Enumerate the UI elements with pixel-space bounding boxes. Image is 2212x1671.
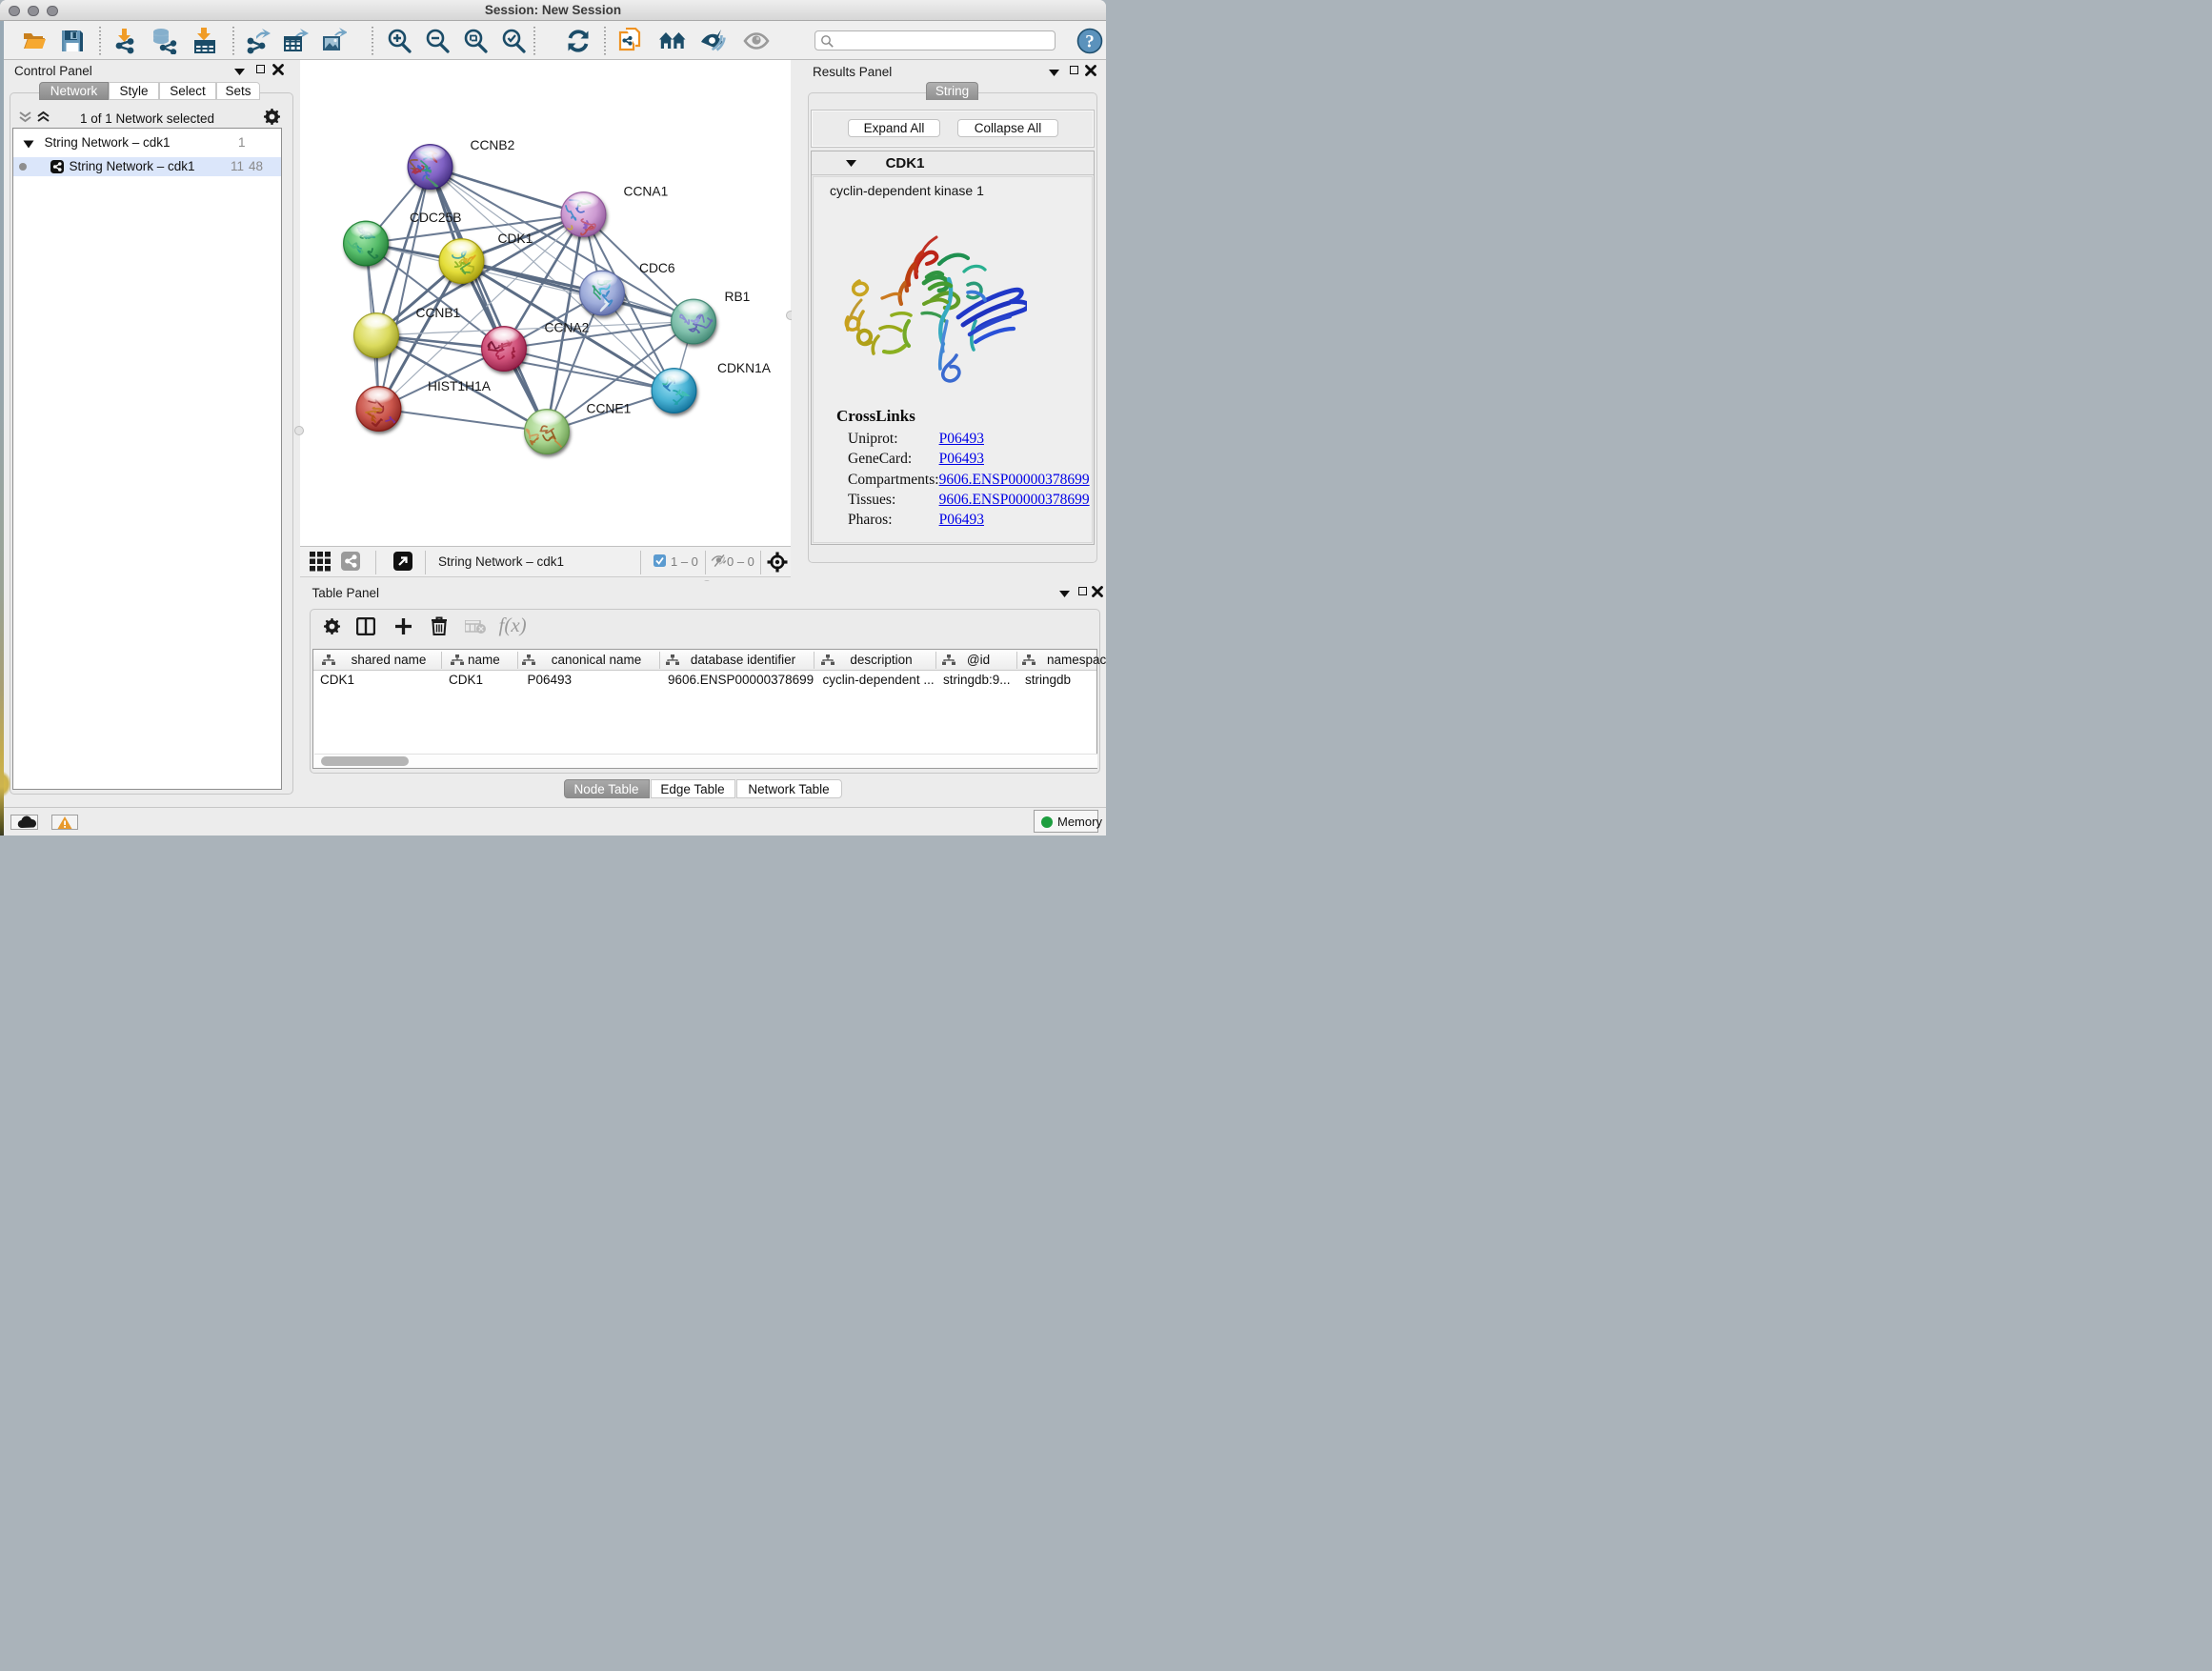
svg-text:RB1: RB1 [725,290,751,304]
svg-text:CCNB1: CCNB1 [416,306,461,320]
svg-text:CCNB2: CCNB2 [471,138,515,152]
svg-text:CCNE1: CCNE1 [587,402,632,416]
svg-text:CCNA1: CCNA1 [624,185,669,199]
svg-text:CDK1: CDK1 [498,232,533,246]
svg-text:CDC25B: CDC25B [410,211,461,225]
svg-text:HIST1H1A: HIST1H1A [428,379,492,393]
svg-text:CCNA2: CCNA2 [545,321,590,335]
svg-text:CDC6: CDC6 [639,261,675,275]
svg-text:?: ? [1085,32,1095,52]
svg-text:CDKN1A: CDKN1A [717,361,772,375]
